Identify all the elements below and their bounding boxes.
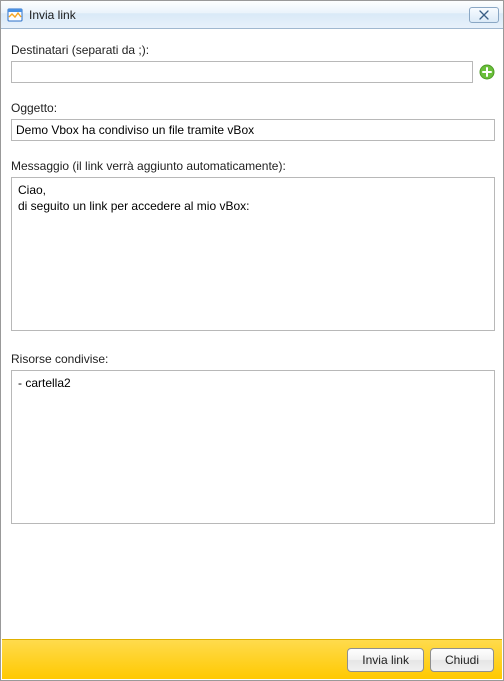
resources-label: Risorse condivise: <box>11 352 495 366</box>
titlebar: Invia link <box>1 1 503 29</box>
add-recipient-icon[interactable] <box>479 64 495 80</box>
recipients-label: Destinatari (separati da ;): <box>11 43 495 57</box>
recipients-input[interactable] <box>11 61 473 83</box>
resources-textarea[interactable] <box>11 370 495 524</box>
app-icon <box>7 7 23 23</box>
message-label: Messaggio (il link verrà aggiunto automa… <box>11 159 495 173</box>
window-title: Invia link <box>29 8 469 22</box>
send-link-button[interactable]: Invia link <box>347 648 424 672</box>
subject-input[interactable] <box>11 119 495 141</box>
close-button[interactable]: Chiudi <box>430 648 494 672</box>
form-content: Destinatari (separati da ;): Oggetto: Me… <box>1 29 503 641</box>
recipients-row <box>11 61 495 83</box>
subject-label: Oggetto: <box>11 101 495 115</box>
window-close-button[interactable] <box>469 7 499 23</box>
footer-bar: Invia link Chiudi <box>2 639 502 679</box>
message-textarea[interactable] <box>11 177 495 331</box>
